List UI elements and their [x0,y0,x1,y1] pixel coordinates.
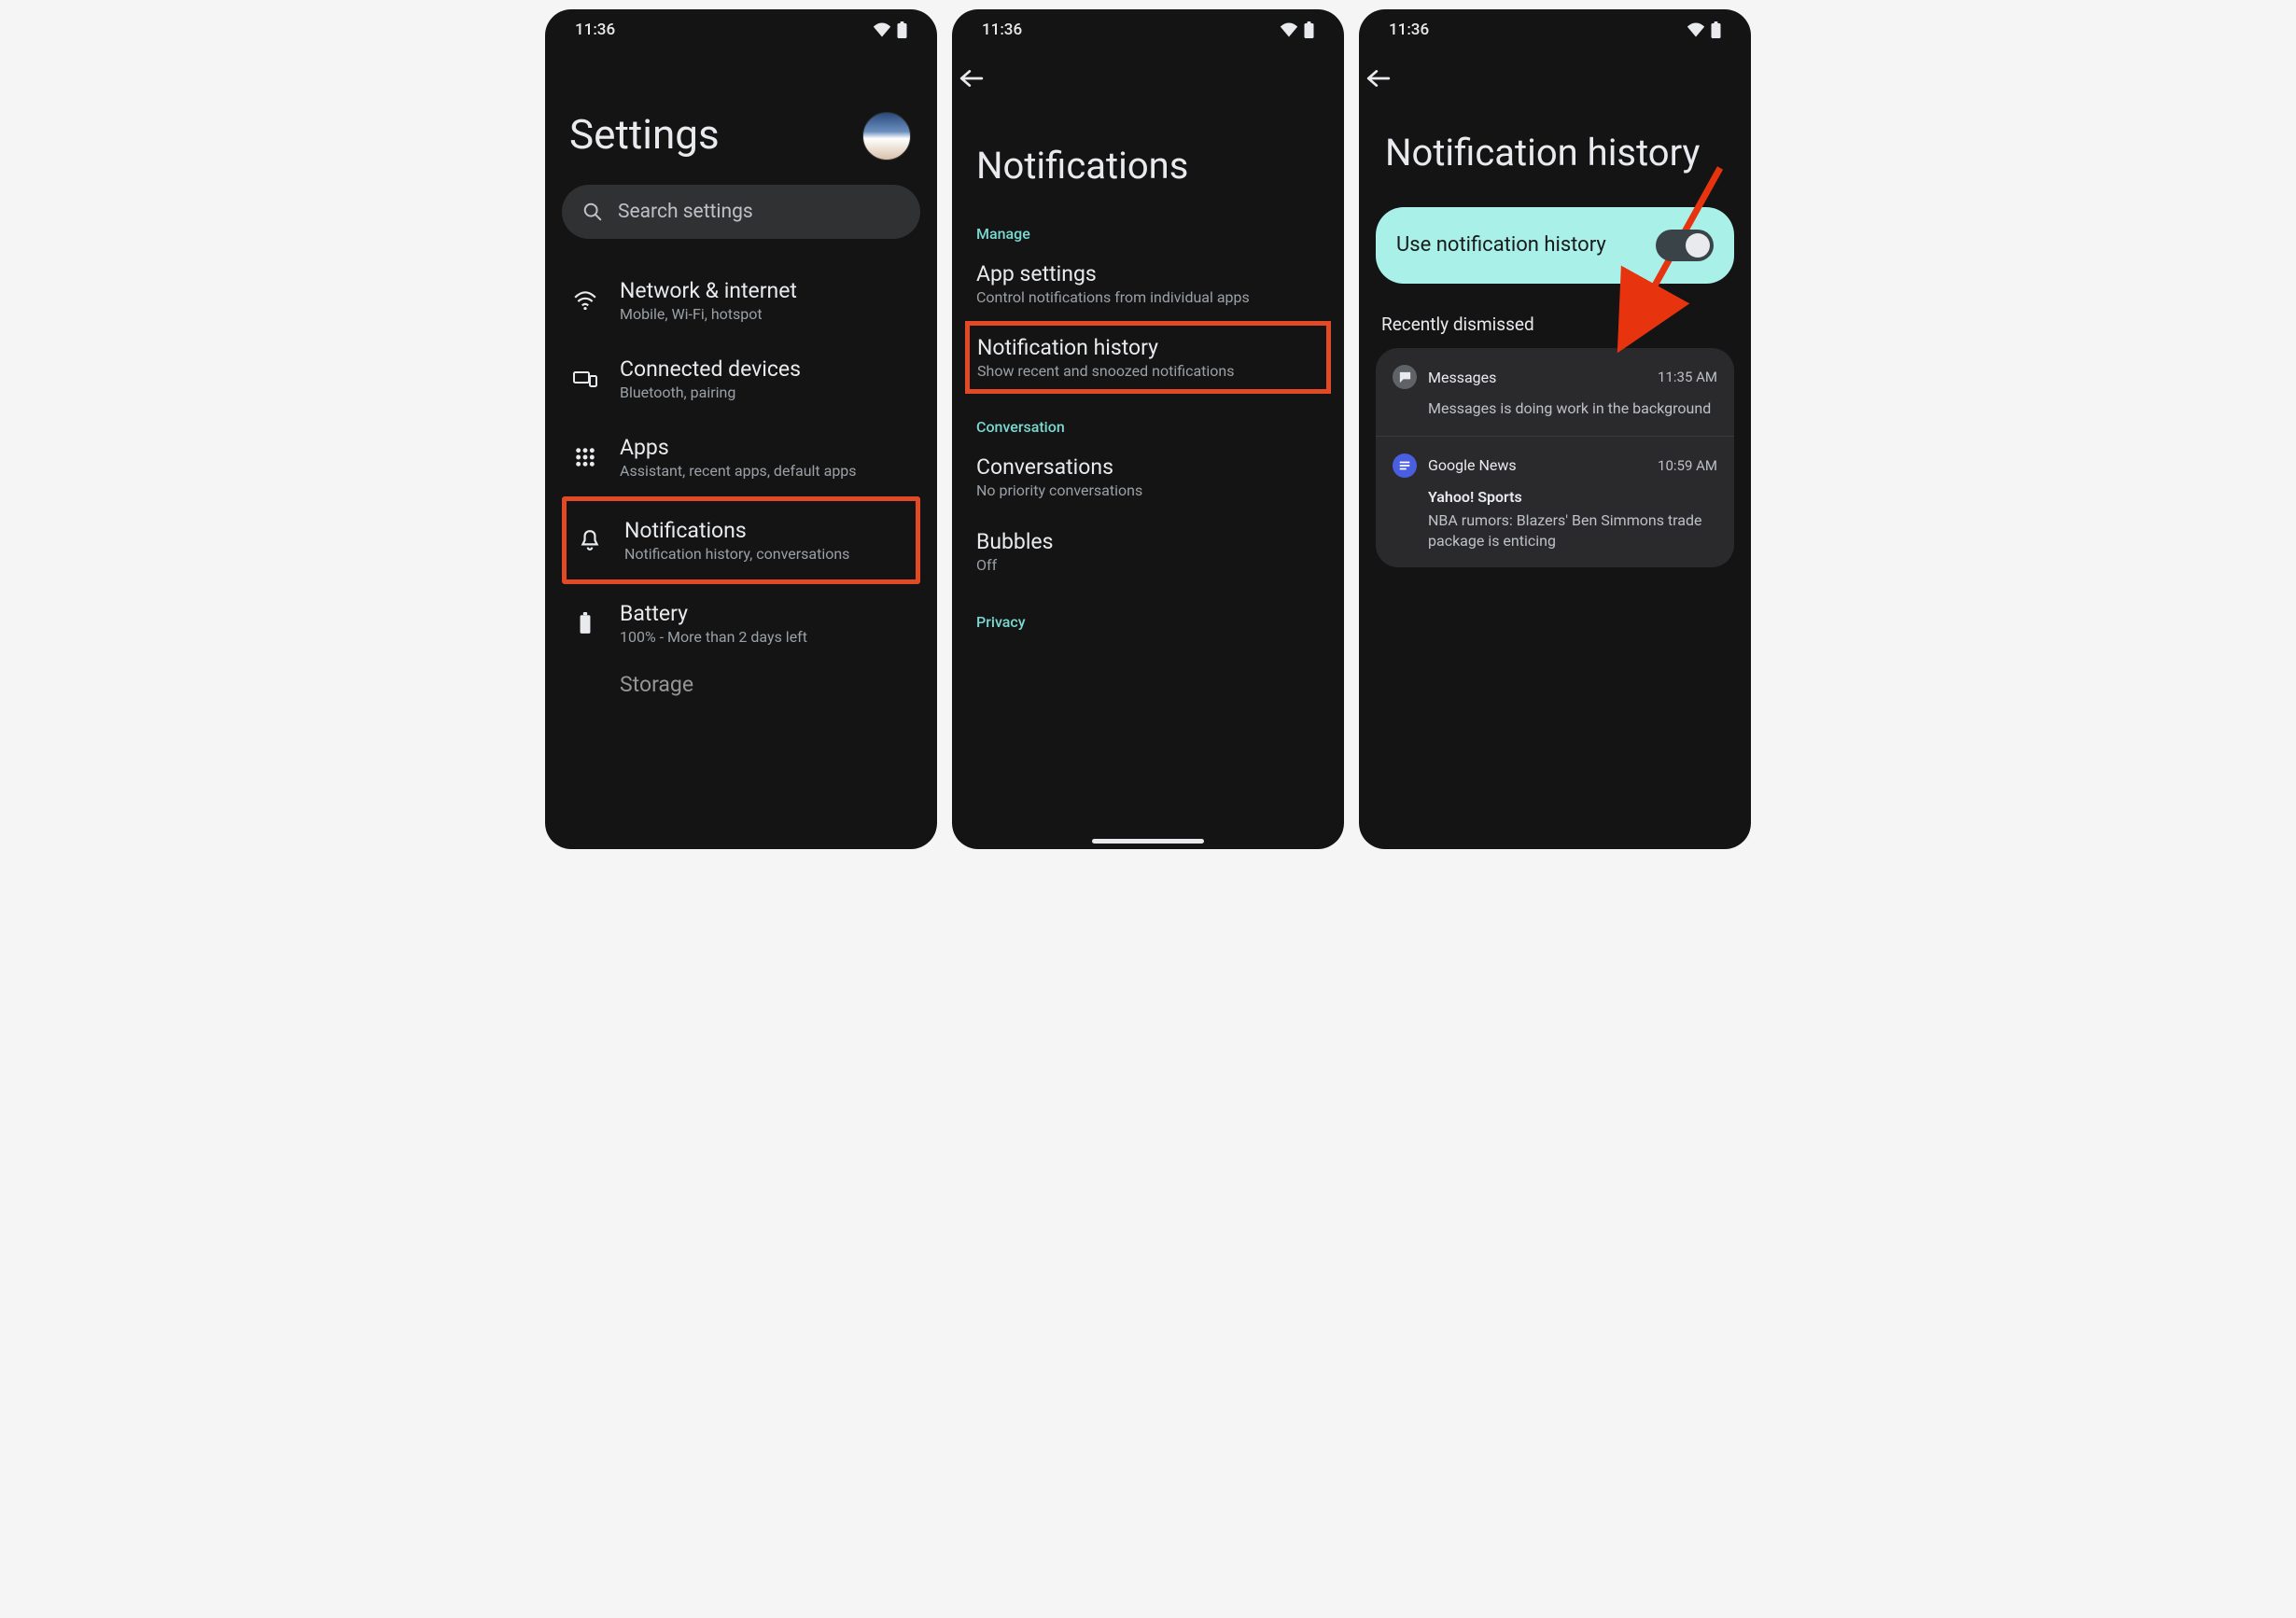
status-time: 11:36 [575,21,615,39]
profile-avatar[interactable] [862,112,911,160]
battery-icon [579,612,592,635]
devices-icon [573,370,597,388]
notification-history-screen: 11:36 Notification history Use notificat… [1359,9,1751,849]
toggle-use-notification-history[interactable]: Use notification history [1376,207,1734,284]
page-title: Notifications [976,144,1327,188]
row-title: Notifications [624,518,906,543]
row-storage-cutoff: Storage [562,663,920,697]
item-sub: Off [976,556,1320,574]
page-title: Notification history [1385,131,1734,175]
item-sub: Show recent and snoozed notifications [977,362,1319,380]
row-sub: Bluetooth, pairing [620,384,911,401]
status-bar: 11:36 [952,9,1344,45]
nav-bar-handle[interactable] [1092,839,1204,844]
battery-icon [1711,21,1721,38]
status-time: 11:36 [1389,21,1429,39]
apps-grid-icon [575,447,595,467]
switch-on-icon[interactable] [1656,230,1714,261]
row-title: Battery [620,601,911,626]
status-bar: 11:36 [545,9,937,45]
back-button[interactable] [952,45,1344,88]
row-sub: Mobile, Wi-Fi, hotspot [620,305,911,323]
row-battery[interactable]: Battery 100% - More than 2 days left [562,584,920,663]
battery-icon [1304,21,1314,38]
item-sub: Control notifications from individual ap… [976,288,1320,306]
item-conversations[interactable]: Conversations No priority conversations [969,439,1327,514]
recently-dismissed-label: Recently dismissed [1381,314,1734,335]
notifications-screen: 11:36 Notifications Manage App settings … [952,9,1344,849]
row-sub: Notification history, conversations [624,545,906,563]
item-title: Conversations [976,454,1320,480]
item-title: Notification history [977,335,1319,360]
notif-time: 10:59 AM [1658,457,1717,474]
dismissed-notifications-card: Messages 11:35 AM Messages is doing work… [1376,348,1734,567]
section-conversation: Conversation [976,418,1327,436]
row-network[interactable]: Network & internet Mobile, Wi-Fi, hotspo… [562,261,920,340]
section-privacy: Privacy [976,613,1327,631]
row-title: Connected devices [620,356,911,382]
notif-body: Messages is doing work in the background [1428,398,1717,419]
row-apps[interactable]: Apps Assistant, recent apps, default app… [562,418,920,496]
toggle-label: Use notification history [1396,232,1606,258]
search-placeholder: Search settings [618,201,753,223]
back-button[interactable] [1359,45,1751,88]
notif-body: NBA rumors: Blazers' Ben Simmons trade p… [1428,510,1717,551]
back-arrow-icon [959,69,984,88]
status-bar: 11:36 [1359,9,1751,45]
item-notification-history[interactable]: Notification history Show recent and sno… [965,321,1331,394]
messages-app-icon [1393,365,1417,389]
wifi-icon [1687,22,1705,37]
battery-icon [897,21,907,38]
row-title: Network & internet [620,278,911,303]
notification-item[interactable]: Messages 11:35 AM Messages is doing work… [1376,348,1734,437]
row-connected-devices[interactable]: Connected devices Bluetooth, pairing [562,340,920,418]
item-sub: No priority conversations [976,481,1320,499]
google-news-app-icon [1393,453,1417,478]
item-bubbles[interactable]: Bubbles Off [969,514,1327,589]
search-icon [582,202,603,222]
row-sub: 100% - More than 2 days left [620,628,911,646]
wifi-icon [573,291,597,310]
row-title: Apps [620,435,911,460]
notif-app-name: Messages [1428,369,1646,386]
bell-icon [580,529,600,551]
section-manage: Manage [976,225,1327,243]
notif-time: 11:35 AM [1658,369,1717,385]
settings-screen: 11:36 Settings Search settings Network &… [545,9,937,849]
search-input[interactable]: Search settings [562,185,920,239]
status-time: 11:36 [982,21,1022,39]
row-sub: Assistant, recent apps, default apps [620,462,911,480]
notif-app-name: Google News [1428,456,1646,474]
notification-item[interactable]: Google News 10:59 AM Yahoo! Sports NBA r… [1376,437,1734,568]
item-title: Bubbles [976,529,1320,554]
wifi-icon [1280,22,1298,37]
item-title: App settings [976,261,1320,286]
row-notifications[interactable]: Notifications Notification history, conv… [562,496,920,584]
wifi-icon [873,22,891,37]
back-arrow-icon [1366,69,1391,88]
notif-title: Yahoo! Sports [1428,487,1717,508]
item-app-settings[interactable]: App settings Control notifications from … [969,246,1327,321]
